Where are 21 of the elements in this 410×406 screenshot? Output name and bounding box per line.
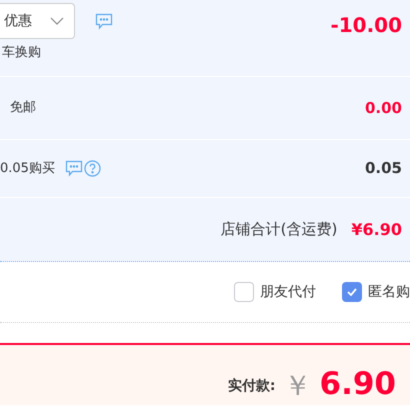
discount-amount: -10.00: [330, 12, 402, 39]
shop-total-label: 店铺合计(含运费): [220, 219, 338, 240]
shop-total-amount: ¥6.90: [351, 218, 402, 240]
shipping-label: 免邮: [9, 99, 36, 118]
extra-label: 0.05购买: [0, 160, 55, 178]
message-icon[interactable]: [95, 12, 113, 30]
discount-select[interactable]: 优惠: [0, 3, 75, 39]
chevron-down-icon: [50, 17, 64, 25]
checkbox[interactable]: [342, 282, 362, 302]
checkbox[interactable]: [234, 282, 254, 302]
payment-amount: 6.90: [320, 369, 396, 400]
option-label: 匿名购: [368, 282, 410, 302]
shipping-amount: 0.00: [364, 98, 402, 119]
option-label: 朋友代付: [260, 282, 316, 302]
currency-symbol: ￥: [284, 372, 312, 400]
message-icon[interactable]: [64, 160, 83, 177]
discount-note: 车换购: [1, 44, 42, 62]
extra-amount: 0.05: [364, 158, 402, 180]
check-icon: [347, 288, 357, 296]
payment-label: 实付款:: [228, 376, 276, 396]
help-icon[interactable]: [84, 160, 101, 177]
